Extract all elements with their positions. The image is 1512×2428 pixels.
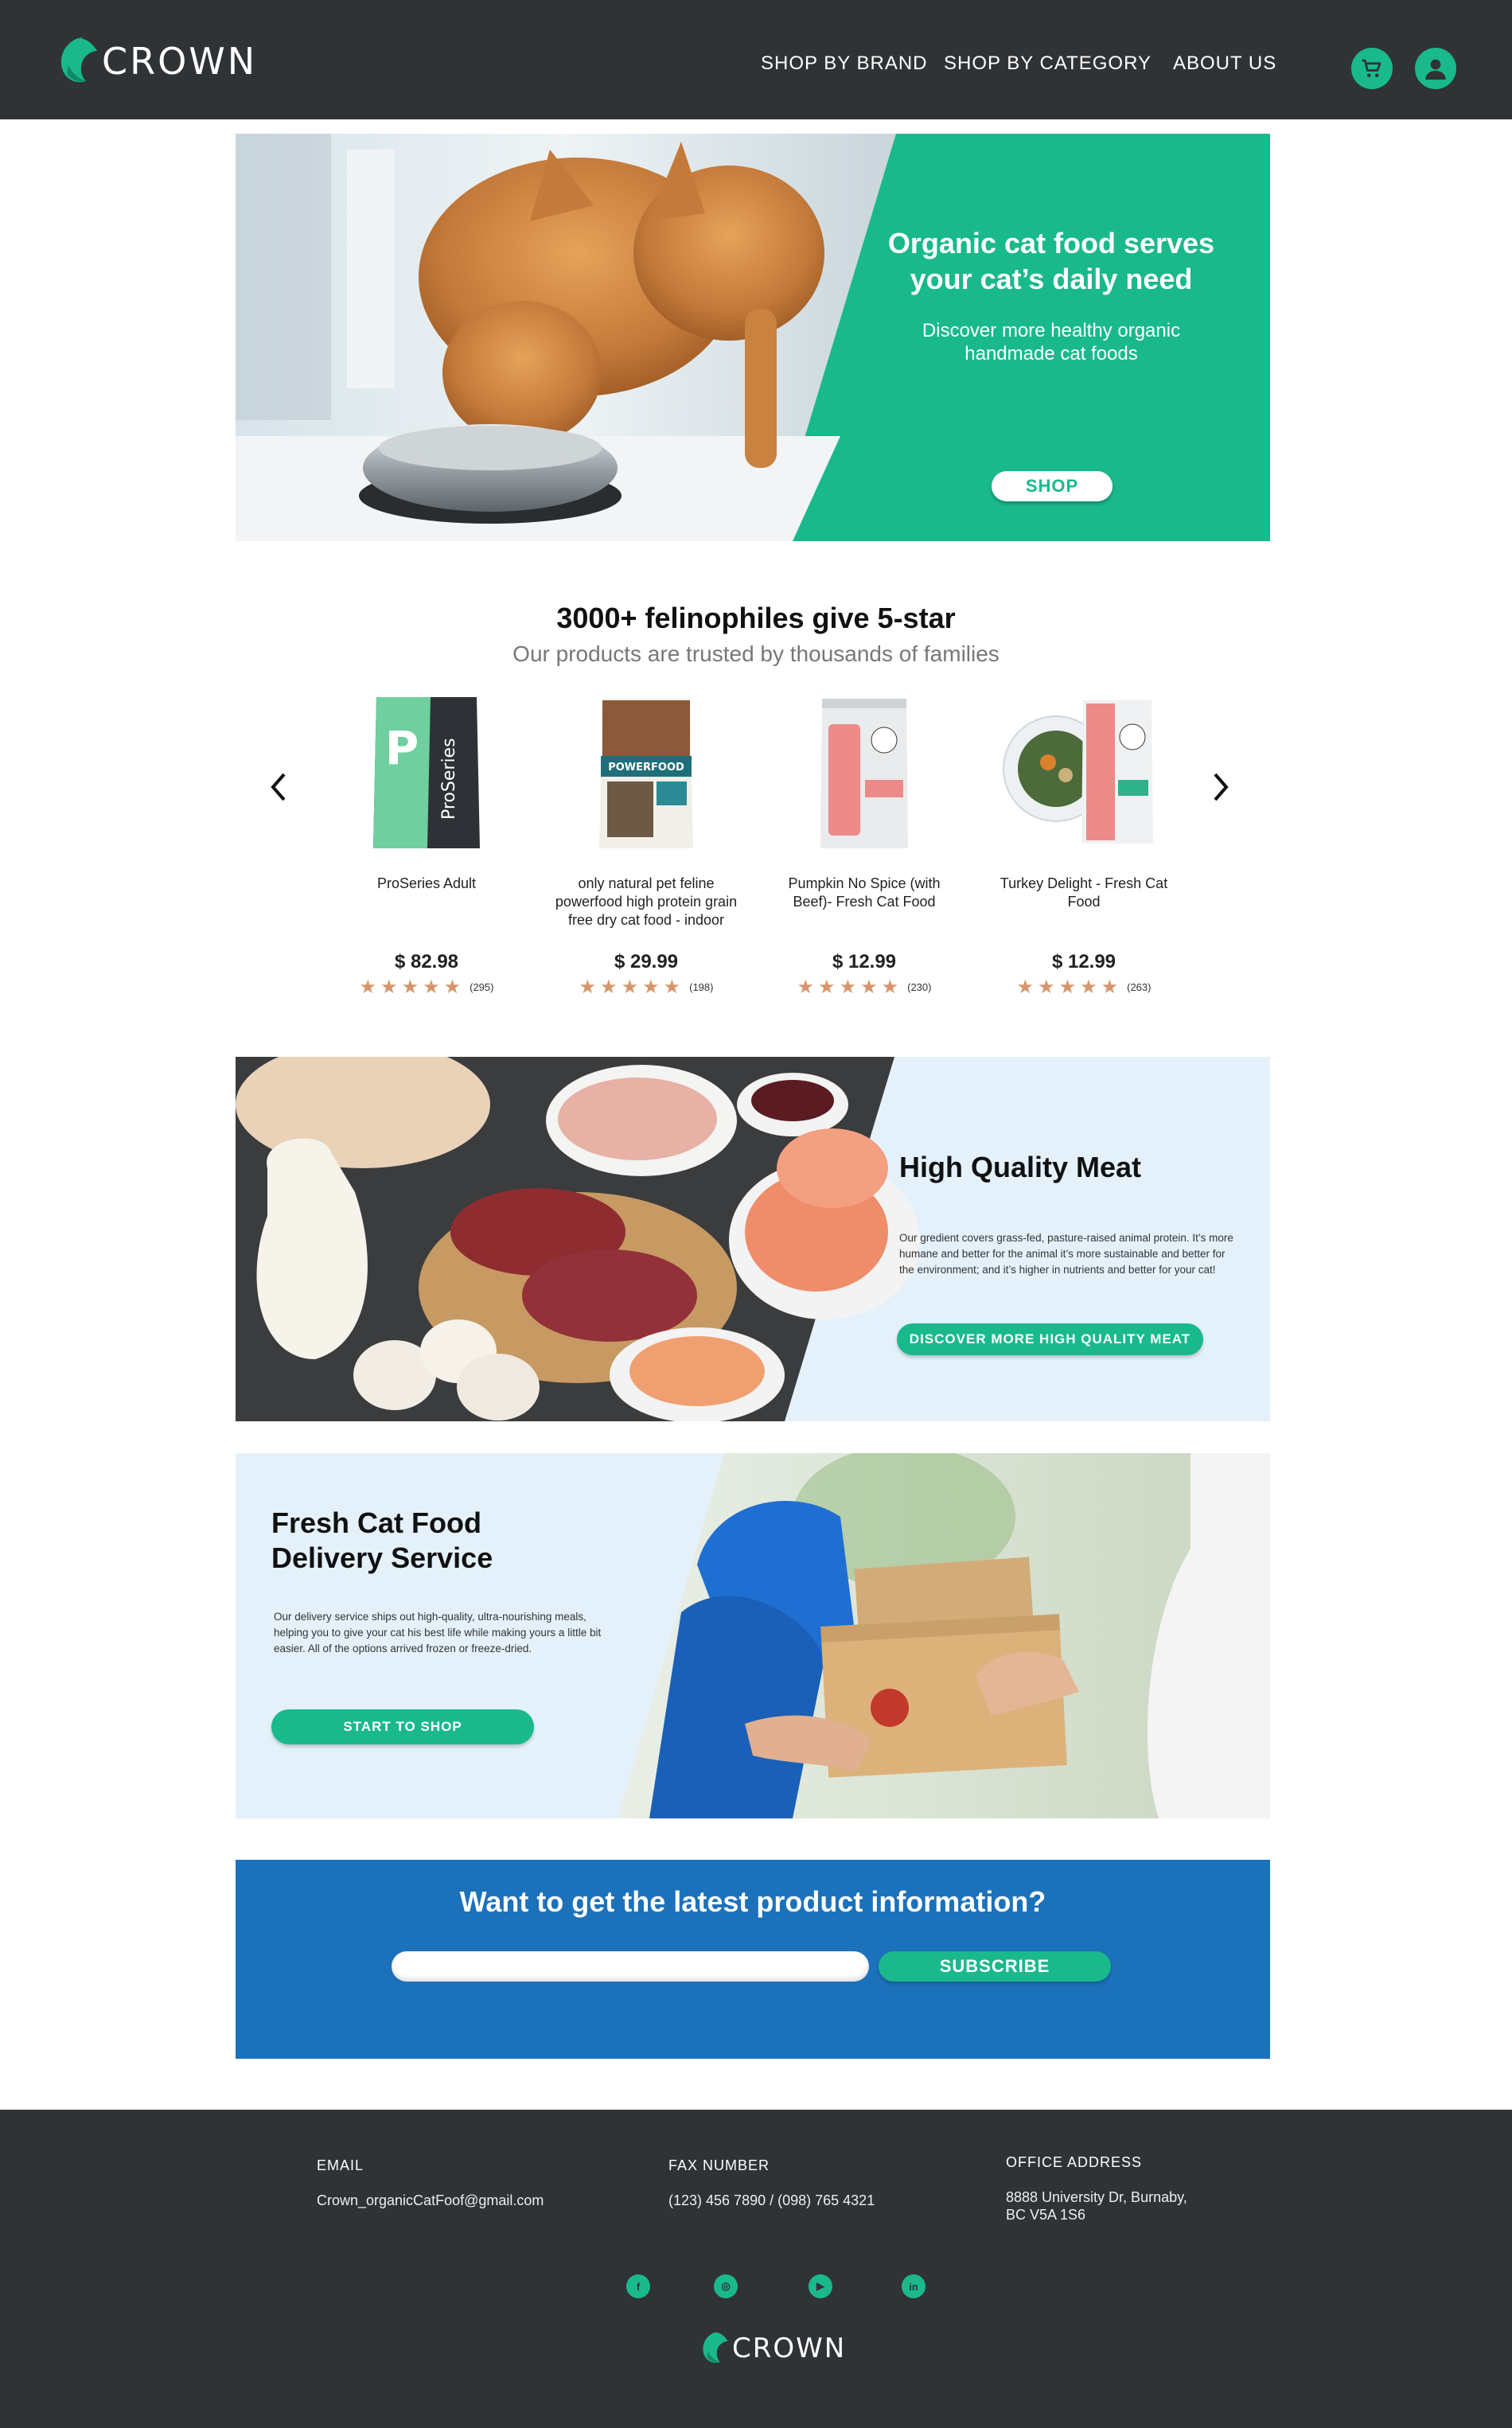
site-footer: EMAIL Crown_organicCatFoof@gmail.com FAX… — [0, 2110, 1512, 2428]
carousel-prev-button[interactable] — [263, 769, 294, 805]
facebook-icon[interactable]: f — [626, 2274, 650, 2298]
svg-text:P: P — [385, 721, 419, 775]
review-count: (230) — [907, 981, 932, 993]
svg-text:POWERFOOD: POWERFOOD — [608, 762, 684, 774]
product-rating: ★★★★★ (230) — [773, 976, 956, 999]
cart-icon — [1362, 59, 1381, 77]
footer-fax-value: (123) 456 7890 / (098) 765 4321 — [668, 2192, 875, 2208]
product-card[interactable]: POWERFOOD only natural pet feline powerf… — [555, 692, 738, 998]
star-rating-icon: ★★★★★ — [579, 976, 685, 998]
product-price: $ 82.98 — [394, 951, 459, 972]
footer-address-line2: BC V5A 1S6 — [1006, 2207, 1086, 2223]
discover-meat-button[interactable]: DISCOVER MORE HIGH QUALITY MEAT — [897, 1323, 1203, 1355]
product-name: Turkey Delight - Fresh Cat Food — [1000, 875, 1168, 910]
nav-shop-by-category[interactable]: SHOP BY CATEGORY — [944, 53, 1152, 75]
product-rating: ★★★★★ (295) — [335, 976, 518, 999]
carousel-next-button[interactable] — [1205, 769, 1237, 805]
star-rating-icon: ★★★★★ — [1016, 976, 1123, 998]
footer-logo-text: CROWN — [732, 2333, 847, 2364]
product-image-powerfood: POWERFOOD — [599, 699, 693, 848]
product-name: Pumpkin No Spice (with Beef)- Fresh Cat … — [788, 875, 941, 910]
nav-shop-by-brand[interactable]: SHOP BY BRAND — [761, 53, 928, 75]
chevron-right-icon — [1214, 773, 1229, 801]
hero-title: Organic cat food serves your cat’s daily… — [887, 227, 1215, 295]
product-price: $ 29.99 — [614, 951, 679, 972]
cart-button[interactable] — [1351, 48, 1393, 89]
products-title: 3000+ felinophiles give 5-star — [556, 602, 956, 634]
delivery-title-line1: Fresh Cat Food — [271, 1506, 482, 1539]
product-image-pumpkin — [820, 699, 908, 848]
star-rating-icon: ★★★★★ — [797, 976, 903, 998]
delivery-title: Fresh Cat Food Delivery Service — [271, 1506, 493, 1576]
footer-address-label: OFFICE ADDRESS — [1006, 2154, 1143, 2170]
leaf-logo-icon — [703, 2332, 728, 2364]
product-rating: ★★★★★ (263) — [992, 976, 1175, 999]
logo-text: CROWN — [102, 40, 258, 83]
product-price: $ 12.99 — [1051, 951, 1116, 972]
account-button[interactable] — [1415, 48, 1456, 89]
product-card[interactable]: Pumpkin No Spice (with Beef)- Fresh Cat … — [773, 692, 956, 998]
product-card[interactable]: Turkey Delight - Fresh Cat Food $ 12.99 … — [992, 692, 1175, 998]
hero-text-block: Organic cat food serves your cat’s daily… — [880, 225, 1222, 365]
newsletter-email-input[interactable] — [392, 1951, 869, 1982]
delivery-description: Our delivery service ships out high-qual… — [274, 1611, 602, 1654]
chevron-left-icon — [271, 773, 286, 801]
footer-address: OFFICE ADDRESS 8888 University Dr, Burna… — [1006, 2154, 1187, 2223]
product-name: only natural pet feline powerfood high p… — [555, 875, 738, 928]
review-count: (263) — [1127, 981, 1152, 993]
meat-description: Our gredient covers grass-fed, pasture-r… — [899, 1232, 1233, 1276]
product-card[interactable]: P ProSeries ProSeries Adult $ 82.98 ★★★★… — [335, 692, 518, 998]
instagram-icon[interactable]: ◎ — [714, 2274, 738, 2298]
delivery-title-line2: Delivery Service — [271, 1541, 493, 1574]
youtube-icon[interactable]: ▶ — [809, 2274, 832, 2298]
meat-title: High Quality Meat — [899, 1151, 1142, 1183]
product-name: ProSeries Adult — [376, 875, 477, 891]
products-subtitle: Our products are trusted by thousands of… — [512, 641, 1000, 666]
linkedin-icon[interactable]: in — [902, 2274, 926, 2298]
footer-email: EMAIL Crown_organicCatFoof@gmail.com — [317, 2157, 544, 2209]
newsletter-section: Want to get the latest product informati… — [236, 1860, 1270, 2059]
footer-address-value: 8888 University Dr, Burnaby, BC V5A 1S6 — [1006, 2188, 1187, 2223]
footer-logo[interactable]: CROWN — [700, 2329, 846, 2368]
high-quality-meat-banner: High Quality Meat Our gredient covers gr… — [236, 1057, 1270, 1421]
site-header: CROWN SHOP BY BRAND SHOP BY CATEGORY ABO… — [0, 0, 1512, 119]
footer-email-label: EMAIL — [317, 2157, 364, 2173]
hero-banner: Organic cat food serves your cat’s daily… — [236, 134, 1270, 541]
review-count: (295) — [470, 981, 494, 993]
subscribe-button[interactable]: SUBSCRIBE — [879, 1951, 1111, 1982]
user-icon — [1425, 59, 1446, 80]
star-rating-icon: ★★★★★ — [359, 976, 466, 998]
shop-button[interactable]: SHOP — [992, 471, 1113, 501]
product-image-turkey — [1003, 700, 1153, 844]
footer-email-value[interactable]: Crown_organicCatFoof@gmail.com — [317, 2192, 544, 2209]
hero-subtitle: Discover more healthy organic handmade c… — [922, 320, 1181, 364]
product-price: $ 12.99 — [832, 951, 897, 972]
review-count: (198) — [689, 981, 714, 993]
nav-about-us[interactable]: ABOUT US — [1173, 53, 1276, 75]
logo[interactable]: CROWN — [57, 33, 257, 89]
svg-text:ProSeries: ProSeries — [439, 738, 459, 820]
product-image-proseries: P ProSeries — [373, 697, 480, 848]
leaf-logo-icon — [60, 37, 97, 83]
delivery-service-banner: Fresh Cat Food Delivery Service Our deli… — [236, 1453, 1270, 1818]
footer-address-line1: 8888 University Dr, Burnaby, — [1006, 2189, 1187, 2205]
product-rating: ★★★★★ (198) — [555, 976, 738, 999]
start-to-shop-button[interactable]: START TO SHOP — [271, 1709, 534, 1744]
newsletter-title: Want to get the latest product informati… — [459, 1885, 1046, 1918]
footer-fax: FAX NUMBER (123) 456 7890 / (098) 765 43… — [668, 2157, 875, 2209]
footer-fax-label: FAX NUMBER — [668, 2157, 770, 2173]
